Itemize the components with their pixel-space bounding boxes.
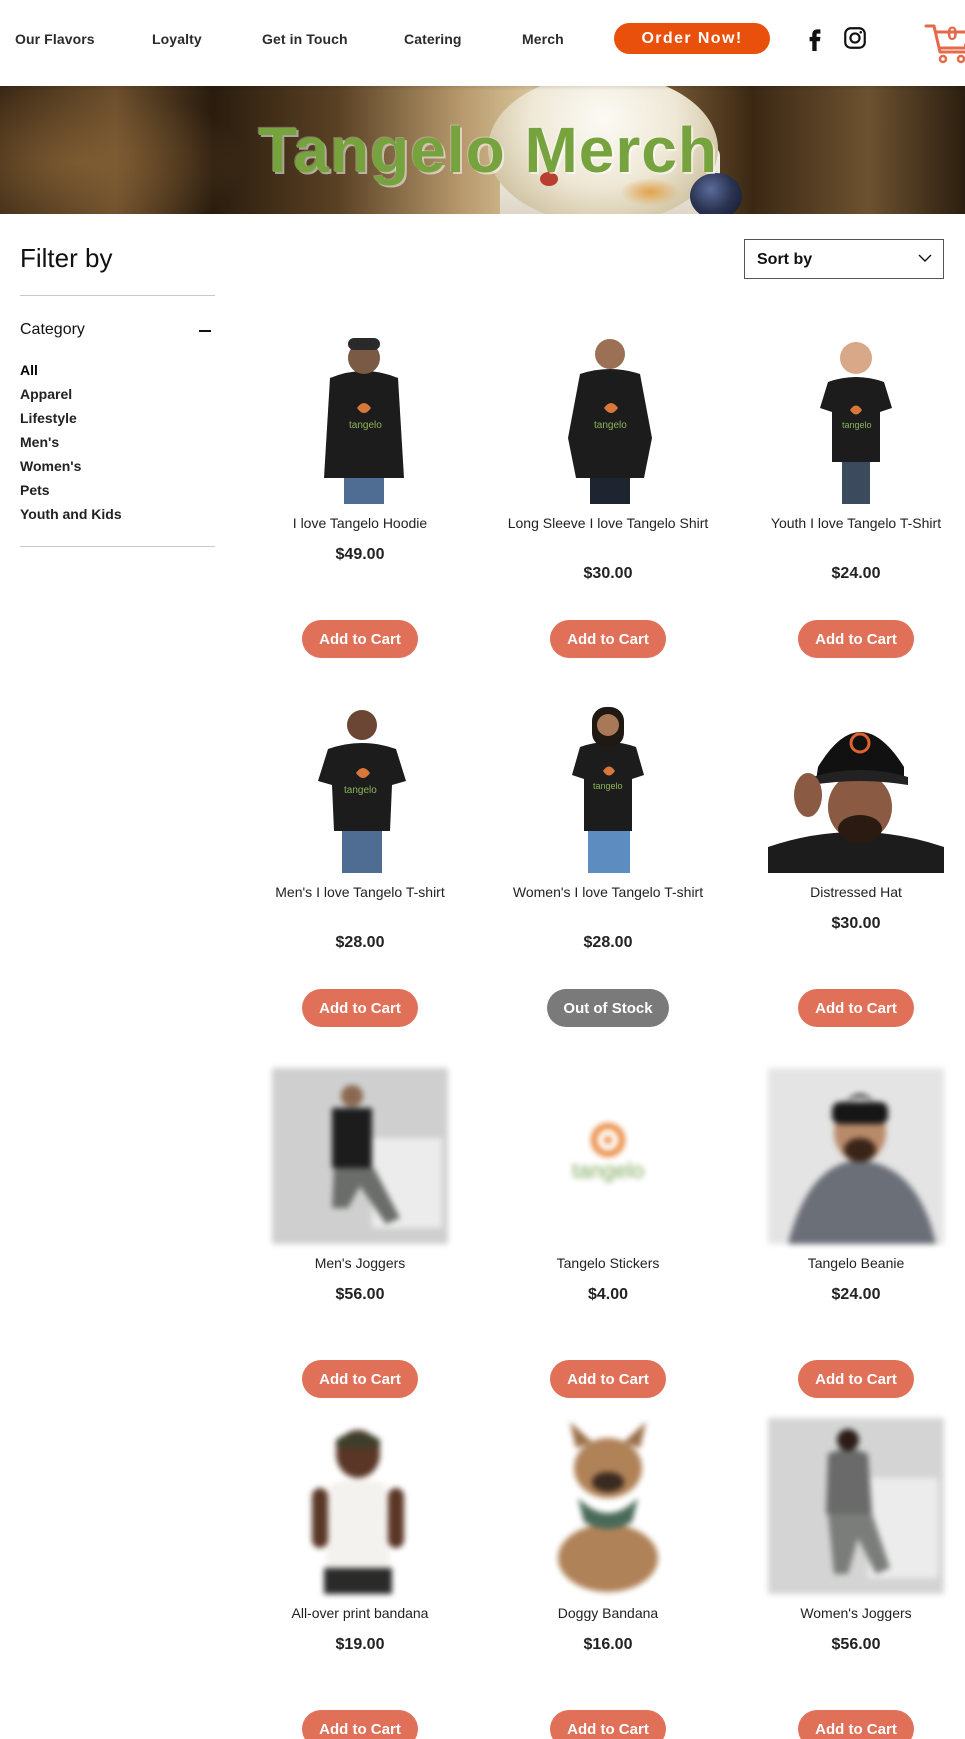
product-image[interactable] bbox=[768, 1418, 944, 1594]
add-to-cart-button[interactable]: Add to Cart bbox=[550, 1710, 666, 1739]
product-name[interactable]: All-over print bandana bbox=[250, 1604, 470, 1623]
filter-divider bbox=[20, 546, 215, 547]
out-of-stock-button[interactable]: Out of Stock bbox=[547, 989, 669, 1027]
facebook-icon[interactable] bbox=[802, 25, 828, 51]
product-name[interactable]: Women's I love Tangelo T-shirt bbox=[498, 883, 718, 902]
product-name[interactable]: Men's Joggers bbox=[250, 1254, 470, 1273]
add-to-cart-button[interactable]: Add to Cart bbox=[550, 1360, 666, 1398]
category-apparel[interactable]: Apparel bbox=[20, 386, 72, 402]
page-title: Tangelo Merch bbox=[258, 114, 718, 186]
instagram-icon[interactable] bbox=[842, 25, 868, 51]
category-all[interactable]: All bbox=[20, 362, 38, 378]
product-card[interactable]: Women's Joggers $56.00 Add to Cart bbox=[746, 1418, 946, 1739]
product-name[interactable]: I love Tangelo Hoodie bbox=[250, 514, 470, 533]
add-to-cart-button[interactable]: Add to Cart bbox=[302, 1360, 418, 1398]
product-name[interactable]: Men's I love Tangelo T-shirt bbox=[250, 883, 470, 902]
product-image[interactable]: tangelo bbox=[520, 1068, 696, 1244]
product-card[interactable]: tangelo Men's I love Tangelo T-shirt $28… bbox=[250, 697, 450, 1042]
product-image[interactable] bbox=[272, 1068, 448, 1244]
product-card[interactable]: tangelo Women's I love Tangelo T-shirt $… bbox=[498, 697, 703, 1042]
category-toggle[interactable]: Category bbox=[20, 321, 85, 339]
product-name[interactable]: Tangelo Stickers bbox=[498, 1254, 718, 1273]
product-name[interactable]: Tangelo Beanie bbox=[746, 1254, 965, 1273]
collapse-icon[interactable] bbox=[199, 330, 211, 332]
product-name[interactable]: Long Sleeve I love Tangelo Shirt bbox=[498, 514, 718, 533]
category-youth-kids[interactable]: Youth and Kids bbox=[20, 506, 122, 522]
site-header: Our Flavors Loyalty Get in Touch Caterin… bbox=[0, 0, 965, 86]
product-price: $24.00 bbox=[831, 565, 881, 582]
product-image[interactable] bbox=[768, 697, 944, 873]
svg-text:tangelo: tangelo bbox=[594, 420, 627, 431]
filter-title: Filter by bbox=[20, 243, 113, 273]
add-to-cart-button[interactable]: Add to Cart bbox=[798, 1710, 914, 1739]
product-card[interactable]: tangelo I love Tangelo Hoodie $49.00 Add… bbox=[250, 328, 450, 673]
product-card[interactable]: All-over print bandana $19.00 Add to Car… bbox=[250, 1418, 450, 1739]
product-price: $56.00 bbox=[335, 1286, 385, 1303]
add-to-cart-button[interactable]: Add to Cart bbox=[550, 620, 666, 658]
product-price: $30.00 bbox=[831, 915, 881, 932]
product-card[interactable]: tangelo Youth I love Tangelo T-Shirt $24… bbox=[746, 328, 946, 673]
nav-get-in-touch[interactable]: Get in Touch bbox=[262, 31, 348, 47]
add-to-cart-button[interactable]: Add to Cart bbox=[302, 1710, 418, 1739]
category-mens[interactable]: Men's bbox=[20, 434, 59, 450]
chevron-down-icon bbox=[918, 254, 932, 262]
category-womens[interactable]: Women's bbox=[20, 458, 81, 474]
sticker-logo-text: tangelo bbox=[572, 1158, 644, 1183]
product-price: $16.00 bbox=[583, 1636, 633, 1653]
shopping-cart-icon[interactable] bbox=[924, 20, 965, 66]
category-pets[interactable]: Pets bbox=[20, 482, 50, 498]
product-name[interactable]: Doggy Bandana bbox=[498, 1604, 718, 1623]
add-to-cart-button[interactable]: Add to Cart bbox=[798, 1360, 914, 1398]
order-now-button[interactable]: Order Now! bbox=[614, 23, 770, 54]
product-price: $30.00 bbox=[583, 565, 633, 582]
sort-dropdown[interactable]: Sort by bbox=[744, 239, 944, 279]
product-image[interactable] bbox=[520, 1418, 696, 1594]
nav-our-flavors[interactable]: Our Flavors bbox=[15, 31, 95, 47]
product-name[interactable]: Youth I love Tangelo T-Shirt bbox=[746, 514, 965, 533]
svg-text:tangelo: tangelo bbox=[344, 785, 377, 796]
product-name[interactable]: Distressed Hat bbox=[746, 883, 965, 902]
add-to-cart-button[interactable]: Add to Cart bbox=[302, 989, 418, 1027]
product-image[interactable] bbox=[272, 1418, 448, 1594]
nav-merch[interactable]: Merch bbox=[522, 31, 564, 47]
filter-divider bbox=[20, 295, 215, 296]
add-to-cart-button[interactable]: Add to Cart bbox=[302, 620, 418, 658]
product-price: $28.00 bbox=[335, 934, 385, 951]
svg-text:tangelo: tangelo bbox=[593, 781, 623, 791]
product-image[interactable] bbox=[768, 1068, 944, 1244]
svg-text:tangelo: tangelo bbox=[349, 420, 382, 431]
product-image[interactable]: tangelo bbox=[768, 328, 944, 504]
product-price: $24.00 bbox=[831, 1286, 881, 1303]
product-card[interactable]: Tangelo Beanie $24.00 Add to Cart bbox=[746, 1068, 946, 1413]
add-to-cart-button[interactable]: Add to Cart bbox=[798, 989, 914, 1027]
product-price: $28.00 bbox=[583, 934, 633, 951]
product-price: $49.00 bbox=[335, 546, 385, 563]
category-lifestyle[interactable]: Lifestyle bbox=[20, 410, 77, 426]
product-card[interactable]: tangelo Long Sleeve I love Tangelo Shirt… bbox=[498, 328, 708, 673]
product-image[interactable]: tangelo bbox=[272, 328, 448, 504]
product-card[interactable]: Distressed Hat $30.00 Add to Cart bbox=[746, 697, 946, 1042]
add-to-cart-button[interactable]: Add to Cart bbox=[798, 620, 914, 658]
product-image[interactable]: tangelo bbox=[520, 697, 696, 873]
product-price: $19.00 bbox=[335, 1636, 385, 1653]
product-image[interactable]: tangelo bbox=[272, 697, 448, 873]
product-name[interactable]: Women's Joggers bbox=[746, 1604, 965, 1623]
product-image[interactable]: tangelo bbox=[520, 328, 696, 504]
product-card[interactable]: Men's Joggers $56.00 Add to Cart bbox=[250, 1068, 450, 1413]
svg-text:tangelo: tangelo bbox=[842, 420, 872, 430]
sort-label: Sort by bbox=[757, 251, 813, 268]
product-price: $56.00 bbox=[831, 1636, 881, 1653]
nav-loyalty[interactable]: Loyalty bbox=[152, 31, 202, 47]
cart-count[interactable]: 0 bbox=[947, 24, 958, 46]
product-card[interactable]: Doggy Bandana $16.00 Add to Cart bbox=[498, 1418, 698, 1739]
product-price: $4.00 bbox=[587, 1286, 629, 1303]
nav-catering[interactable]: Catering bbox=[404, 31, 462, 47]
product-card[interactable]: tangelo Tangelo Stickers $4.00 Add to Ca… bbox=[498, 1068, 698, 1413]
